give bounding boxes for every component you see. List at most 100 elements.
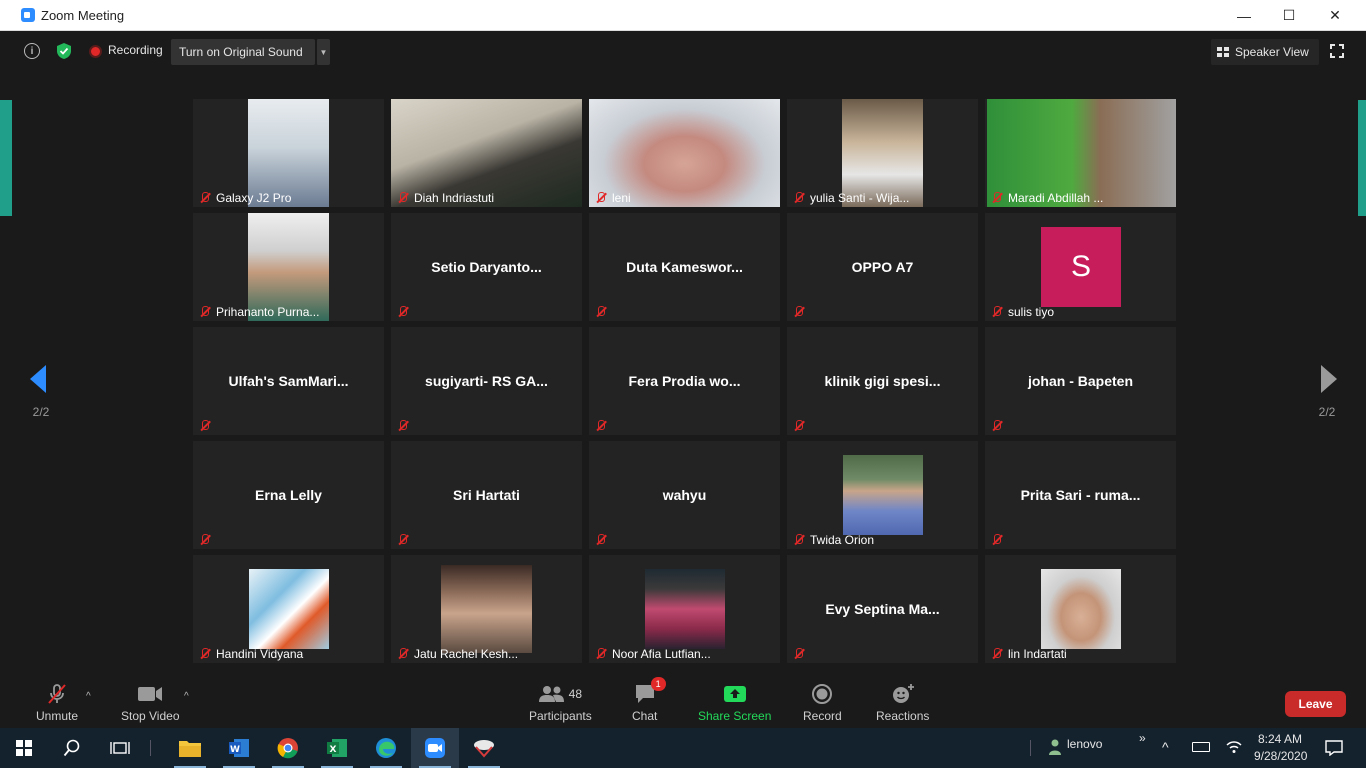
- user-label[interactable]: lenovo: [1067, 737, 1102, 751]
- edge-taskbar-button[interactable]: [362, 728, 410, 768]
- file-explorer-taskbar-button[interactable]: [166, 728, 214, 768]
- unmute-button[interactable]: Unmute: [36, 683, 78, 723]
- maximize-button[interactable]: ☐: [1266, 0, 1312, 31]
- participant-tile[interactable]: klinik gigi spesi...: [787, 327, 978, 435]
- leave-meeting-button[interactable]: Leave: [1285, 691, 1346, 717]
- participant-tile[interactable]: Duta Kameswor...: [589, 213, 780, 321]
- participant-tile[interactable]: Fera Prodia wo...: [589, 327, 780, 435]
- participant-tile[interactable]: Twida Orion: [787, 441, 978, 549]
- mic-muted-icon: [791, 419, 807, 433]
- participant-tile[interactable]: Sri Hartati: [391, 441, 582, 549]
- profile-photo: [1041, 569, 1121, 649]
- mic-muted-icon: [791, 305, 807, 319]
- search-button[interactable]: [48, 728, 96, 768]
- notifications-icon[interactable]: [1325, 740, 1343, 756]
- snipping-tool-taskbar-button[interactable]: [460, 728, 508, 768]
- participant-name: Ulfah's SamMari...: [228, 373, 349, 389]
- participant-tile[interactable]: lin Indartati: [985, 555, 1176, 663]
- participant-name: Galaxy J2 Pro: [216, 191, 292, 205]
- meeting-info-icon[interactable]: i: [24, 43, 40, 59]
- avatar: S: [1041, 227, 1121, 307]
- mic-muted-icon: [791, 647, 807, 661]
- speaker-view-button[interactable]: Speaker View: [1211, 39, 1319, 65]
- participant-name: Duta Kameswor...: [626, 259, 743, 275]
- participant-tile[interactable]: johan - Bapeten: [985, 327, 1176, 435]
- participant-tile[interactable]: Evy Septina Ma...: [787, 555, 978, 663]
- participant-name: OPPO A7: [851, 259, 914, 275]
- participants-button[interactable]: 48 Participants: [529, 683, 592, 723]
- audio-options-caret[interactable]: ^: [86, 691, 91, 702]
- recording-indicator-icon: [89, 45, 102, 58]
- show-hidden-icons-icon[interactable]: ^: [1162, 739, 1169, 755]
- unmute-label: Unmute: [36, 709, 79, 723]
- participant-tile[interactable]: Galaxy J2 Pro: [193, 99, 384, 207]
- participant-tile[interactable]: leni: [589, 99, 780, 207]
- video-options-caret[interactable]: ^: [184, 691, 189, 702]
- task-view-button[interactable]: [96, 728, 144, 768]
- profile-photo: [441, 565, 532, 653]
- wifi-icon[interactable]: [1226, 740, 1242, 754]
- background-window-edge: [1358, 100, 1366, 216]
- participant-tile[interactable]: Erna Lelly: [193, 441, 384, 549]
- mic-muted-icon: [197, 191, 213, 205]
- chat-unread-badge: 1: [650, 677, 666, 691]
- record-label: Record: [803, 709, 842, 723]
- original-sound-button[interactable]: Turn on Original Sound: [171, 39, 315, 65]
- snipping-tool-icon: [474, 740, 494, 758]
- mic-muted-icon: [197, 533, 213, 547]
- previous-page-button[interactable]: [30, 365, 54, 397]
- clock-date[interactable]: 9/28/2020: [1254, 749, 1307, 763]
- participants-count: 48: [568, 687, 583, 701]
- participant-name: klinik gigi spesi...: [824, 373, 941, 389]
- close-window-button[interactable]: ✕: [1312, 0, 1358, 31]
- task-view-icon: [110, 742, 130, 754]
- participant-tile[interactable]: sugiyarti- RS GA...: [391, 327, 582, 435]
- profile-photo: [645, 569, 725, 649]
- mic-muted-icon: [989, 191, 1005, 205]
- original-sound-dropdown[interactable]: ▼: [316, 39, 330, 65]
- next-page-button[interactable]: [1317, 365, 1341, 397]
- participant-tile[interactable]: Ulfah's SamMari...: [193, 327, 384, 435]
- word-taskbar-button[interactable]: W: [215, 728, 263, 768]
- participant-tile[interactable]: Handini Vidyana: [193, 555, 384, 663]
- stop-video-button[interactable]: Stop Video: [121, 683, 180, 723]
- start-button[interactable]: [0, 728, 48, 768]
- mic-muted-icon: [593, 419, 609, 433]
- speaker-view-label: Speaker View: [1235, 45, 1309, 59]
- participant-tile[interactable]: OPPO A7: [787, 213, 978, 321]
- participant-tile[interactable]: S sulis tiyo: [985, 213, 1176, 321]
- clock-time[interactable]: 8:24 AM: [1258, 732, 1302, 746]
- participant-name: wahyu: [662, 487, 707, 503]
- participant-name: Twida Orion: [810, 533, 875, 547]
- windows-logo-icon: [16, 740, 32, 756]
- minimize-button[interactable]: —: [1221, 0, 1267, 31]
- reactions-button[interactable]: Reactions: [876, 683, 929, 723]
- participant-tile[interactable]: Prihananto Purna...: [193, 213, 384, 321]
- participant-name: Prita Sari - ruma...: [1020, 487, 1141, 503]
- chat-button[interactable]: 1 Chat: [632, 677, 666, 723]
- participant-tile[interactable]: Maradi Abdillah ...: [985, 99, 1176, 207]
- zoom-app-icon: [21, 8, 35, 22]
- excel-taskbar-button[interactable]: X: [313, 728, 361, 768]
- participant-tile[interactable]: wahyu: [589, 441, 780, 549]
- participant-tile[interactable]: Setio Daryanto...: [391, 213, 582, 321]
- fullscreen-icon[interactable]: [1330, 44, 1344, 58]
- chrome-taskbar-button[interactable]: [264, 728, 312, 768]
- participant-tile[interactable]: Jatu Rachel Kesh...: [391, 555, 582, 663]
- toolbar-overflow-icon[interactable]: »: [1139, 731, 1146, 745]
- zoom-taskbar-button[interactable]: [411, 728, 459, 768]
- participant-tile[interactable]: Noor Afia Lutfian...: [589, 555, 780, 663]
- encryption-shield-icon[interactable]: [56, 42, 72, 60]
- search-icon: [63, 739, 80, 757]
- mic-muted-icon: [593, 305, 609, 319]
- participant-tile[interactable]: yulia Santi - Wija...: [787, 99, 978, 207]
- share-screen-button[interactable]: Share Screen: [698, 683, 771, 723]
- participant-tile[interactable]: Diah Indriastuti: [391, 99, 582, 207]
- battery-icon[interactable]: [1192, 742, 1210, 752]
- mic-muted-icon: [395, 305, 411, 319]
- record-icon: [811, 683, 833, 705]
- view-grid-icon: [1217, 47, 1229, 57]
- participant-name: Sri Hartati: [453, 487, 520, 503]
- record-button[interactable]: Record: [803, 683, 842, 723]
- participant-tile[interactable]: Prita Sari - ruma...: [985, 441, 1176, 549]
